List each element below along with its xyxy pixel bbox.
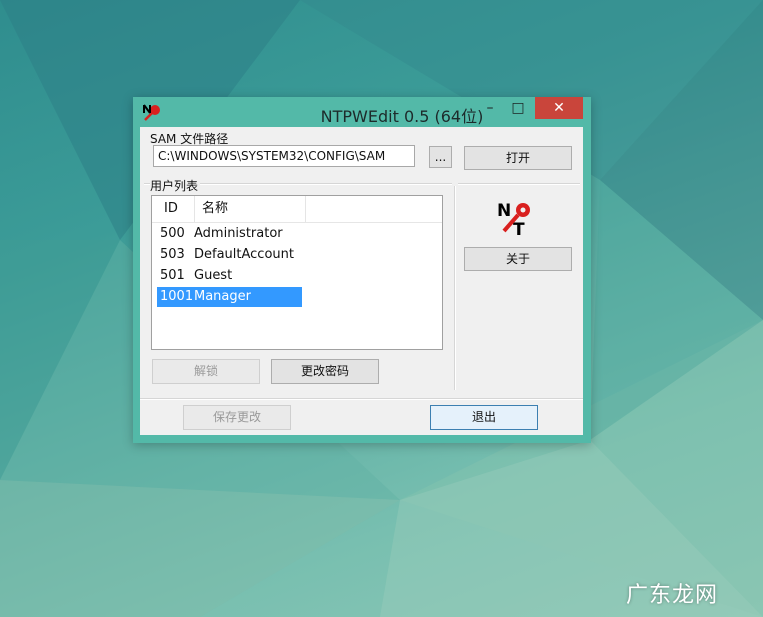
- save-changes-button[interactable]: 保存更改: [183, 405, 291, 430]
- watermark-text: 广东龙网: [626, 583, 719, 608]
- user-name: DefaultAccount: [194, 247, 294, 262]
- exit-button[interactable]: 退出: [430, 405, 538, 430]
- list-item[interactable]: 501 Guest: [157, 266, 302, 286]
- divider-vertical: [454, 186, 456, 390]
- change-password-button[interactable]: 更改密码: [271, 359, 379, 384]
- sam-path-field[interactable]: C:\WINDOWS\SYSTEM32\CONFIG\SAM: [153, 145, 415, 167]
- user-name: Manager: [194, 289, 251, 304]
- minimize-button[interactable]: –: [477, 97, 503, 119]
- list-item-selected[interactable]: 1001 Manager: [157, 287, 302, 307]
- list-header: ID 名称: [152, 196, 442, 223]
- logo-letter-n: N: [497, 201, 511, 221]
- list-item[interactable]: 503 DefaultAccount: [157, 245, 302, 265]
- window-title-text: NTPWEdit 0.5 (64位): [320, 107, 484, 126]
- column-header-id[interactable]: ID: [158, 196, 195, 222]
- close-button[interactable]: ✕: [535, 97, 583, 119]
- title-bar[interactable]: NTPWEdit 0.5 (64位) – □ ✕: [133, 97, 591, 127]
- user-id: 501: [160, 268, 185, 283]
- list-item[interactable]: 500 Administrator: [157, 224, 302, 244]
- user-list[interactable]: ID 名称 500 Administrator 503 DefaultAccou…: [151, 195, 443, 350]
- divider: [458, 183, 580, 185]
- user-id: 500: [160, 226, 185, 241]
- ntpwedit-logo-icon: N T: [497, 201, 530, 239]
- user-name: Administrator: [194, 226, 283, 241]
- client-area: SAM 文件路径 C:\WINDOWS\SYSTEM32\CONFIG\SAM …: [140, 127, 583, 435]
- user-id: 503: [160, 247, 185, 262]
- divider: [140, 398, 583, 400]
- ntpwedit-window: NTPWEdit 0.5 (64位) – □ ✕ SAM 文件路径 C:\WIN…: [133, 97, 591, 443]
- browse-button[interactable]: ...: [429, 146, 452, 168]
- column-header-name[interactable]: 名称: [196, 196, 306, 222]
- user-name: Guest: [194, 268, 233, 283]
- user-id: 1001: [160, 289, 194, 304]
- open-button[interactable]: 打开: [464, 146, 572, 170]
- user-list-label: 用户列表: [150, 177, 201, 194]
- maximize-button[interactable]: □: [505, 97, 531, 119]
- logo-letter-t: T: [513, 220, 525, 239]
- about-button[interactable]: 关于: [464, 247, 572, 271]
- unlock-button[interactable]: 解锁: [152, 359, 260, 384]
